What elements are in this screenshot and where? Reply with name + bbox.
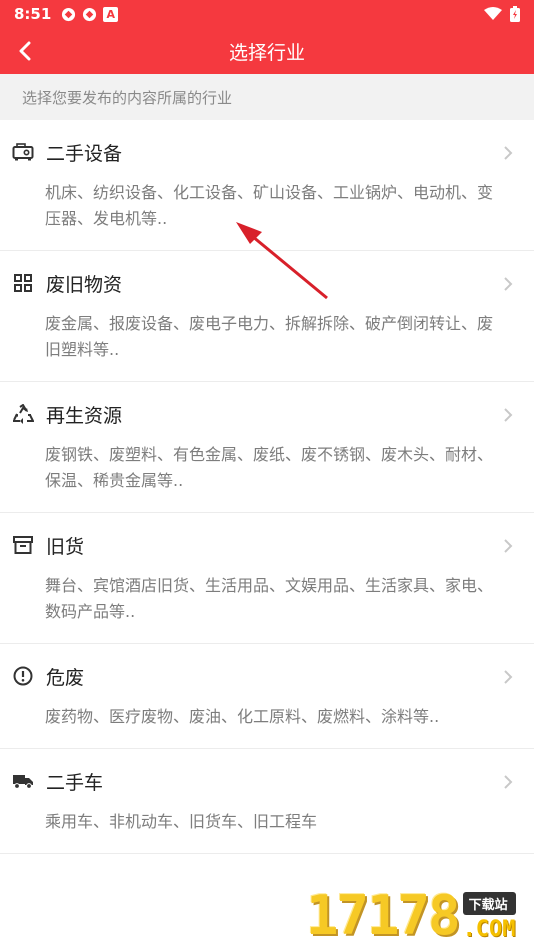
category-title: 废旧物资 [46, 273, 123, 296]
category-title: 旧货 [46, 535, 85, 558]
category-item-renewable-resources[interactable]: 再生资源 废钢铁、废塑料、有色金属、废纸、废不锈钢、废木头、耐材、保温、稀贵金属… [0, 382, 534, 513]
app-bar: 选择行业 [0, 28, 534, 74]
status-bar: 8:51 A [0, 0, 534, 28]
category-description: 机床、纺织设备、化工设备、矿山设备、工业锅炉、电动机、变压器、发电机等.. [45, 183, 494, 228]
chevron-right-icon [504, 277, 513, 291]
chevron-right-icon [504, 775, 513, 789]
watermark-domain: .COM [462, 917, 516, 942]
category-description: 舞台、宾馆酒店旧货、生活用品、文娱用品、生活家具、家电、数码产品等.. [45, 576, 494, 621]
category-item-scrap-materials[interactable]: 废旧物资 废金属、报废设备、废电子电力、拆解拆除、破产倒闭转让、废旧塑料等.. [0, 251, 534, 382]
category-title: 二手车 [46, 771, 104, 794]
recycle-icon [13, 404, 34, 424]
chevron-right-icon [504, 408, 513, 422]
category-description: 乘用车、非机动车、旧货车、旧工程车 [45, 812, 318, 831]
category-title: 二手设备 [46, 142, 123, 165]
category-item-used-equipment[interactable]: 二手设备 机床、纺织设备、化工设备、矿山设备、工业锅炉、电动机、变压器、发电机等… [0, 120, 534, 251]
back-button[interactable] [12, 38, 38, 64]
equipment-icon [12, 143, 34, 161]
category-description: 废药物、医疗废物、废油、化工原料、废燃料、涂料等.. [45, 707, 440, 726]
category-item-second-hand-goods[interactable]: 旧货 舞台、宾馆酒店旧货、生活用品、文娱用品、生活家具、家电、数码产品等.. [0, 513, 534, 644]
category-item-used-cars[interactable]: 二手车 乘用车、非机动车、旧货车、旧工程车 [0, 749, 534, 854]
grid-icon [14, 274, 32, 292]
app-badge-icon [62, 7, 76, 21]
battery-icon [510, 6, 520, 22]
category-description: 废金属、报废设备、废电子电力、拆解拆除、破产倒闭转让、废旧塑料等.. [45, 314, 494, 359]
a-letter-icon: A [103, 6, 119, 22]
page-title: 选择行业 [228, 41, 305, 64]
truck-icon [13, 775, 33, 789]
chevron-right-icon [504, 146, 513, 160]
category-description: 废钢铁、废塑料、有色金属、废纸、废不锈钢、废木头、耐材、保温、稀贵金属等.. [45, 445, 494, 490]
chevron-right-icon [504, 539, 513, 553]
category-item-hazardous-waste[interactable]: 危废 废药物、医疗废物、废油、化工原料、废燃料、涂料等.. [0, 644, 534, 749]
status-time: 8:51 [14, 5, 52, 23]
category-title: 再生资源 [46, 404, 123, 427]
category-list: 二手设备 机床、纺织设备、化工设备、矿山设备、工业锅炉、电动机、变压器、发电机等… [0, 120, 534, 854]
watermark-number: 17178 [306, 884, 461, 947]
category-title: 危废 [46, 666, 85, 689]
archive-box-icon [13, 536, 33, 554]
wifi-icon [484, 7, 502, 20]
warning-circle-icon [13, 666, 33, 686]
watermark-badge: 下载站 [462, 892, 516, 915]
chevron-left-icon [19, 41, 31, 61]
watermark-logo: 17178 下载站 .COM [306, 882, 530, 946]
hint-text: 选择您要发布的内容所属的行业 [0, 74, 534, 120]
chevron-right-icon [504, 670, 513, 684]
app-badge-icon [83, 7, 97, 21]
